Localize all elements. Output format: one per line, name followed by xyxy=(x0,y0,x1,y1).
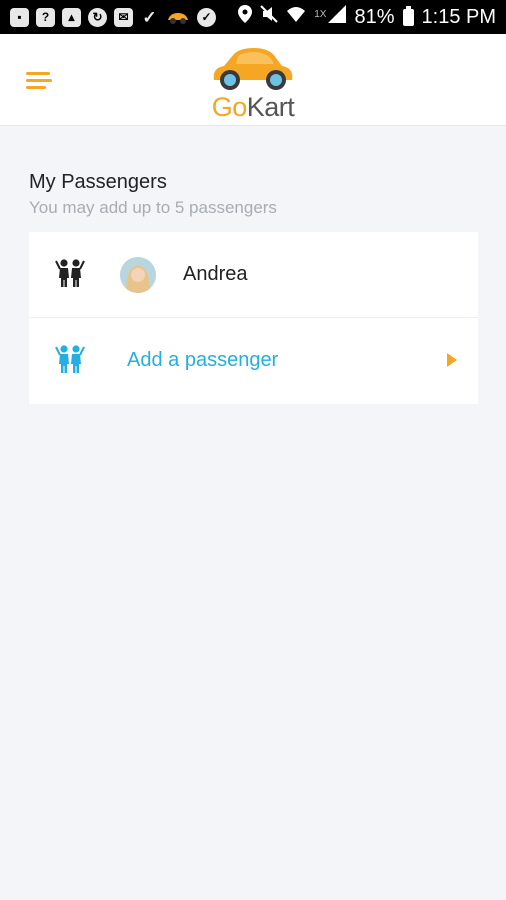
download-done-icon: ✓ xyxy=(142,7,157,27)
page-title: My Passengers xyxy=(29,171,167,193)
add-passenger-label: Add a passenger xyxy=(127,349,279,371)
clock: 1:15 PM xyxy=(421,5,496,28)
gokart-logo: GoKart xyxy=(206,46,300,122)
image-notification-icon: ▴ xyxy=(62,7,81,27)
check-notification-icon: ✓ xyxy=(197,7,216,27)
wifi-icon xyxy=(286,5,306,29)
add-passenger-icon xyxy=(55,345,85,373)
passenger-avatar xyxy=(120,257,156,293)
gokart-notification-icon xyxy=(166,8,190,27)
status-bar: ▪ ? ▴ ↻ ✉ ✓ ✓ 1X 81% 1:15 PM xyxy=(0,0,506,34)
menu-icon-line xyxy=(26,79,52,82)
page-subtitle: You may add up to 5 passengers xyxy=(29,198,277,217)
mail-notification-icon: ✉ xyxy=(114,7,133,27)
passengers-icon xyxy=(55,259,85,287)
chevron-right-icon xyxy=(447,353,457,367)
passenger-row[interactable]: Andrea xyxy=(29,232,478,318)
car-logo-icon xyxy=(213,48,293,90)
battery-percent: 81% xyxy=(354,5,395,28)
menu-button[interactable] xyxy=(26,70,54,92)
app-header: GoKart xyxy=(0,34,506,126)
mute-icon xyxy=(260,5,278,29)
chat-notification-icon: ▪ xyxy=(10,7,29,27)
system-icons: 1X 81% 1:15 PM xyxy=(238,5,496,29)
battery-icon xyxy=(402,5,414,26)
passengers-card: Andrea Add a passenger xyxy=(29,232,478,404)
menu-icon-line xyxy=(26,86,46,89)
signal-icon xyxy=(328,5,347,29)
logo-word-go: Go xyxy=(211,92,248,122)
sync-notification-icon: ↻ xyxy=(88,7,107,27)
help-notification-icon: ? xyxy=(36,7,55,27)
network-type-label: 1X xyxy=(314,9,327,20)
notification-icons: ▪ ? ▴ ↻ ✉ ✓ ✓ xyxy=(10,7,216,27)
passenger-name: Andrea xyxy=(183,263,248,285)
location-icon xyxy=(238,5,253,29)
add-passenger-row[interactable]: Add a passenger xyxy=(29,318,478,404)
menu-icon-line xyxy=(26,72,50,75)
logo-word-kart: Kart xyxy=(246,92,295,122)
logo-wordmark: GoKart xyxy=(206,92,300,123)
